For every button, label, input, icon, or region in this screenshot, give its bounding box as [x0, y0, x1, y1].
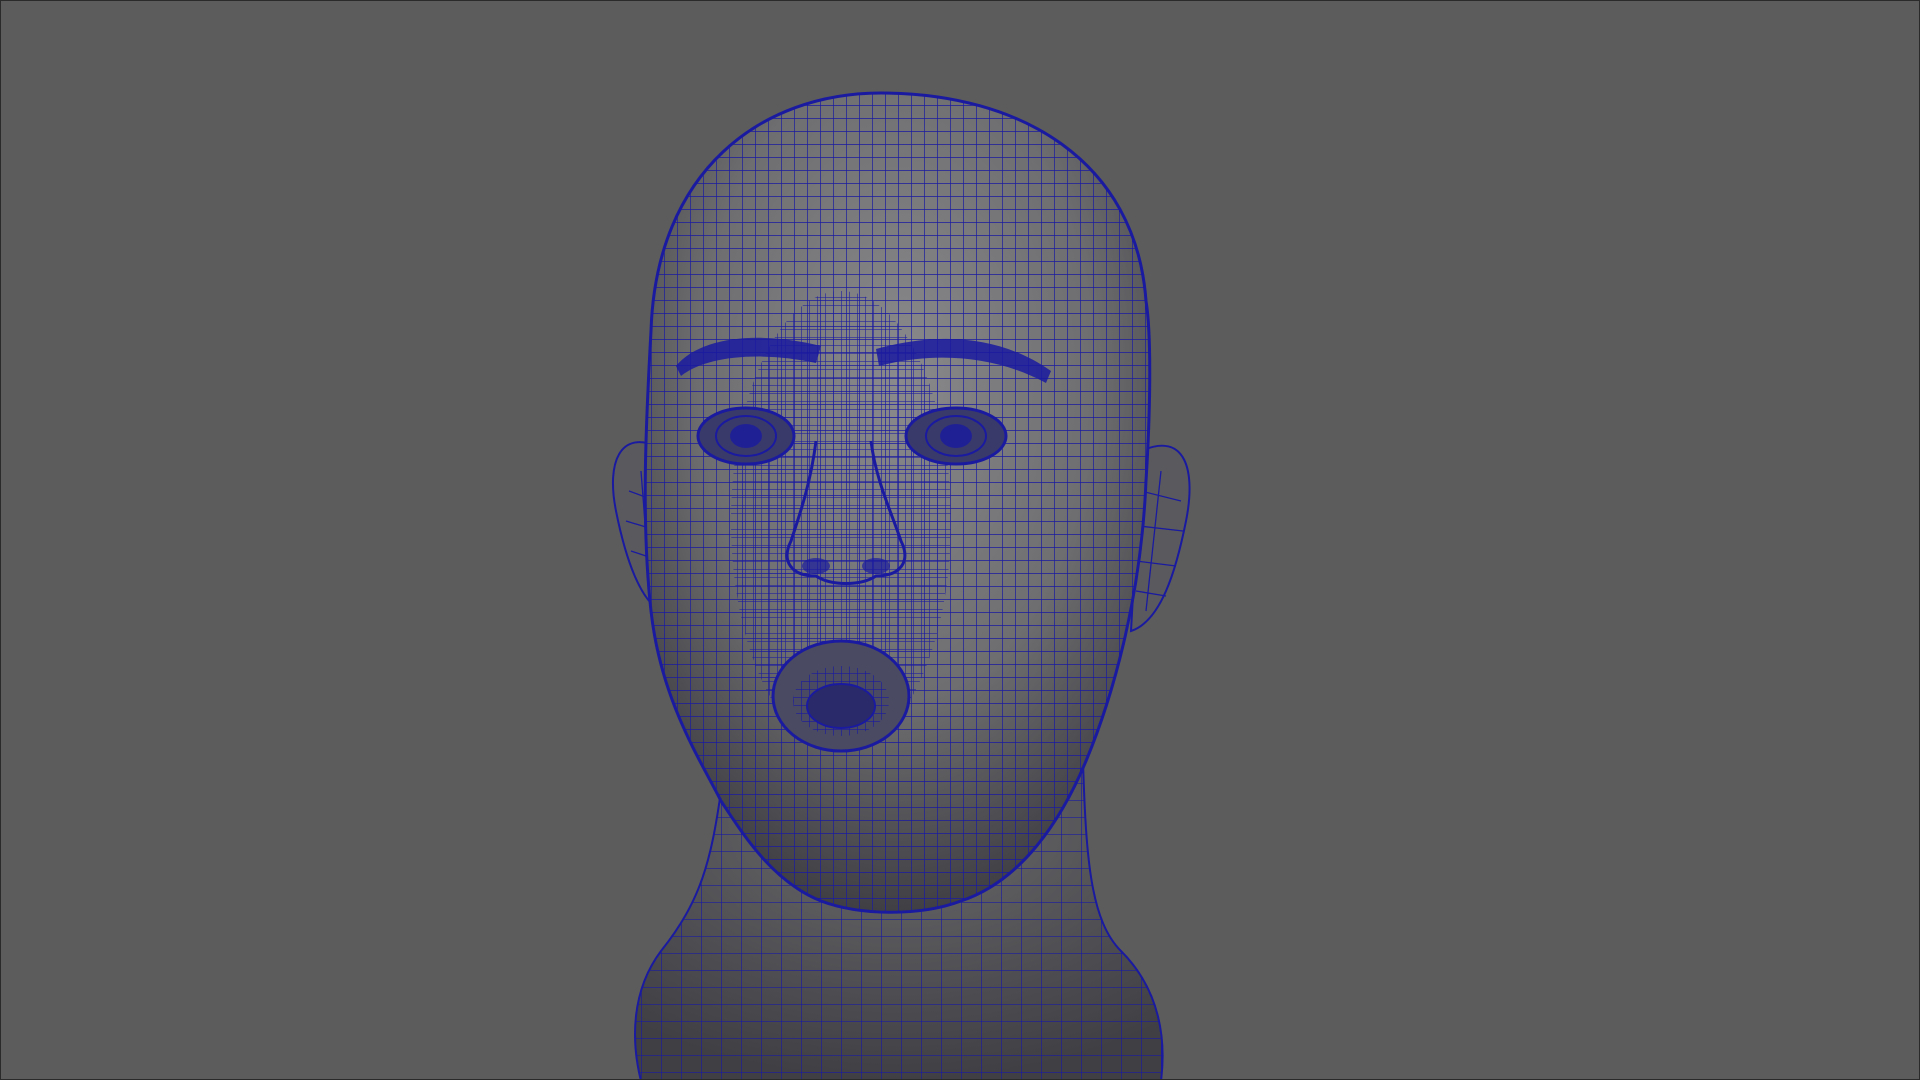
left-eye-mesh [696, 406, 796, 466]
head-model[interactable] [1, 1, 1920, 1080]
mouth-mesh [771, 639, 911, 753]
right-eye-mesh [904, 406, 1008, 466]
3d-viewport[interactable] [0, 0, 1920, 1080]
head-mesh [643, 91, 1152, 914]
